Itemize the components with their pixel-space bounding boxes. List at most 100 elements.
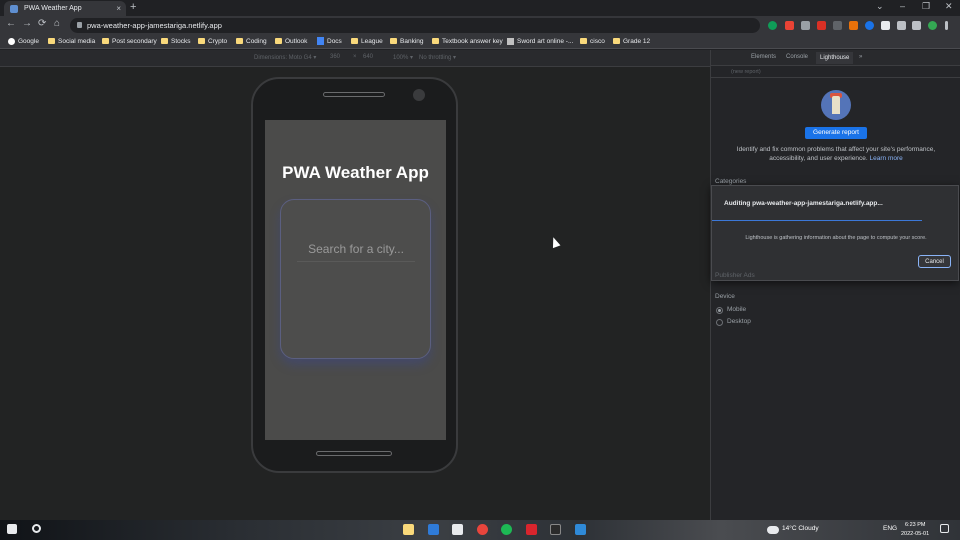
sidebar-icon[interactable] [912,21,921,30]
close-window-button[interactable]: ✕ [945,1,953,12]
windows-taskbar: 14°C Cloudy ENG 6:23 PM 2022-05-01 [0,520,960,540]
browser-tab[interactable]: PWA Weather App × [4,1,126,16]
extension-icon[interactable] [881,21,890,30]
reload-button[interactable]: ⟳ [38,18,46,29]
tab-close-icon[interactable]: × [116,1,121,16]
browser-toolbar: ← → ⟳ ⌂ pwa-weather-app-jamestariga.netl… [0,16,960,35]
tab-elements[interactable]: Elements [751,54,776,60]
bookmark-folder[interactable]: Stocks [161,37,191,47]
bookmark-folder[interactable]: Post secondary [102,37,157,47]
clock-time[interactable]: 6:23 PM [905,522,925,528]
bookmark-folder[interactable]: Grade 12 [613,37,650,47]
language-indicator[interactable]: ENG [883,525,897,532]
zoom-select[interactable]: 100% ▾ [393,54,413,61]
app-icon[interactable] [526,524,537,535]
height-input[interactable]: 640 [363,54,373,60]
bookmark-folder[interactable]: Outlook [275,37,307,47]
puzzle-icon[interactable] [897,21,906,30]
extension-icon[interactable] [865,21,874,30]
device-toolbar: Dimensions: Moto G4 ▾ 360 × 640 100% ▾ N… [0,50,710,67]
folder-icon [236,38,243,44]
width-input[interactable]: 360 [330,54,340,60]
cancel-button[interactable]: Cancel [918,255,951,268]
app-screen: PWA Weather App [265,120,446,440]
app-title: PWA Weather App [282,163,429,182]
spotify-icon[interactable] [501,524,512,535]
bookmark-folder[interactable]: cisco [580,37,605,47]
generate-report-button[interactable]: Generate report [805,127,867,139]
forward-button[interactable]: → [22,18,32,29]
bookmark-folder[interactable]: Coding [236,37,267,47]
store-icon[interactable] [452,524,463,535]
bookmark-docs[interactable]: Docs [317,37,342,47]
radio-mobile[interactable] [716,307,723,314]
mail-icon[interactable] [428,524,439,535]
google-icon [8,38,15,45]
extension-icon[interactable] [817,21,826,30]
dimension-separator: × [353,54,357,60]
folder-icon [198,38,205,44]
extension-icon[interactable] [849,21,858,30]
address-bar[interactable]: pwa-weather-app-jamestariga.netlify.app [70,18,760,33]
bookmark-folder[interactable]: Social media [48,37,95,47]
profile-avatar[interactable] [928,21,937,30]
new-tab-button[interactable]: + [130,1,136,13]
devtools-tabbar: Elements Console Lighthouse » [711,50,960,66]
minimize-button[interactable]: – [900,1,905,11]
folder-icon [351,38,358,44]
tab-console[interactable]: Console [786,54,808,60]
throttle-select[interactable]: No throttling ▾ [419,54,456,61]
site-icon [507,38,514,45]
radio-desktop[interactable] [716,319,723,326]
device-viewport: PWA Weather App [0,67,710,520]
extension-icon[interactable] [833,21,842,30]
tab-search-icon[interactable]: ⌄ [876,1,884,12]
terminal-icon[interactable] [550,524,561,535]
phone-camera [413,89,425,101]
vscode-icon[interactable] [575,524,586,535]
file-explorer-icon[interactable] [403,524,414,535]
device-label: Device [715,293,735,300]
start-button-icon[interactable] [7,524,17,534]
folder-icon [102,38,109,44]
phone-frame: PWA Weather App [251,77,458,473]
kebab-menu-icon[interactable] [945,21,948,30]
cloud-icon [767,526,779,534]
category-publisher-ads[interactable]: Publisher Ads [715,272,755,279]
notification-icon[interactable] [940,524,949,533]
maximize-button[interactable]: ❐ [922,1,930,12]
chrome-icon[interactable] [477,524,488,535]
folder-icon [580,38,587,44]
home-button[interactable]: ⌂ [54,18,60,29]
bookmark-google[interactable]: Google [8,37,39,47]
devtools-panel: Elements Console Lighthouse » (new repor… [710,50,960,520]
bookmark-folder[interactable]: Crypto [198,37,227,47]
learn-more-link[interactable]: Learn more [870,155,903,162]
bookmark-folder[interactable]: League [351,37,383,47]
extension-icon[interactable] [768,21,777,30]
folder-icon [432,38,439,44]
clock-date[interactable]: 2022-05-01 [901,531,929,537]
more-tabs-icon[interactable]: » [859,54,862,60]
dialog-message: Lighthouse is gathering information abou… [745,235,927,241]
phone-home-bar [316,451,392,456]
bookmark-sword-art[interactable]: Sword art online -... [507,37,573,47]
report-selector[interactable]: (new report) [731,69,761,75]
search-icon[interactable] [32,524,41,533]
mouse-cursor-icon [549,235,561,249]
city-search-input[interactable] [297,236,415,262]
bookmark-folder[interactable]: Textbook answer key [432,37,503,47]
extension-icon[interactable] [801,21,810,30]
folder-icon [390,38,397,44]
extension-icon[interactable] [785,21,794,30]
bookmark-folder[interactable]: Banking [390,37,424,47]
device-select[interactable]: Dimensions: Moto G4 ▾ [254,54,316,61]
report-toolbar: (new report) [711,66,960,78]
url-text: pwa-weather-app-jamestariga.netlify.app [87,21,222,30]
tab-title: PWA Weather App [24,5,82,12]
search-card [280,199,431,359]
back-button[interactable]: ← [6,18,16,29]
phone-speaker [323,92,385,97]
tab-lighthouse[interactable]: Lighthouse [816,52,854,64]
weather-text[interactable]: 14°C Cloudy [782,525,819,532]
